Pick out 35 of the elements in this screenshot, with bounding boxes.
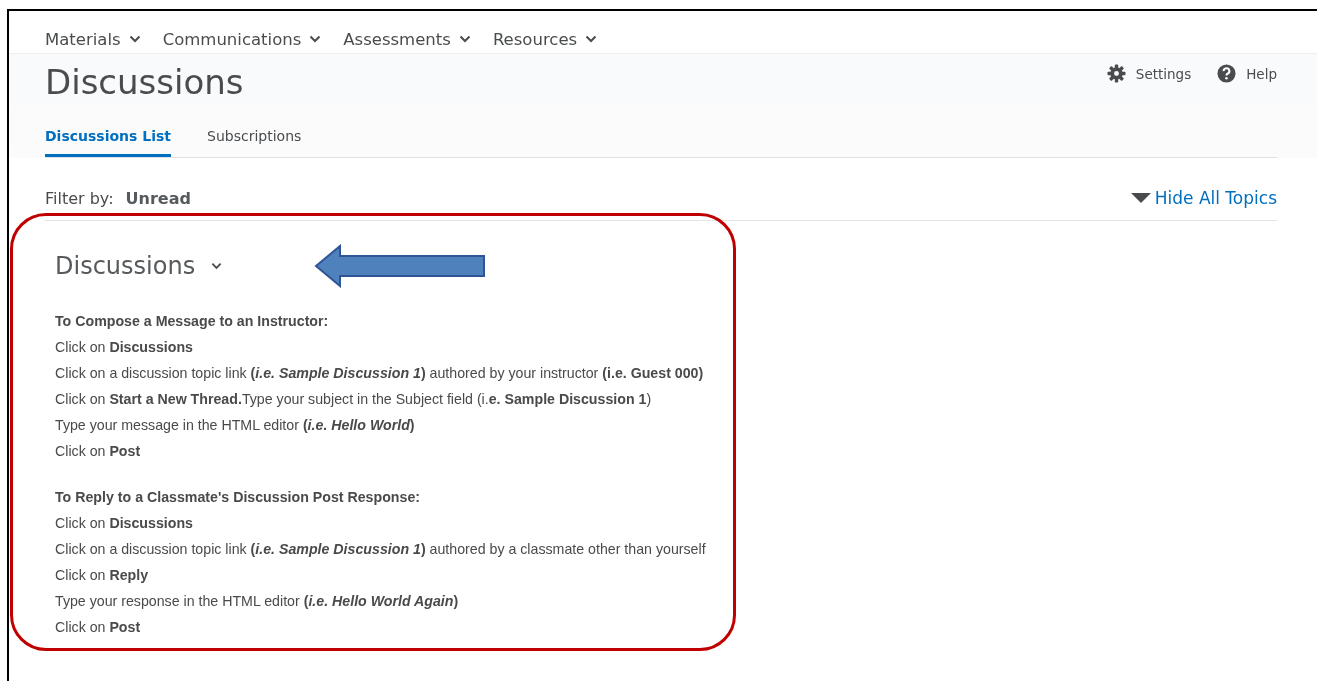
chevron-icon (458, 35, 471, 43)
instruction-step: Type your response in the HTML editor (i.e. Hello World Again) (55, 588, 733, 614)
action-label: Settings (1135, 65, 1192, 82)
instruction-step: Click on Reply (55, 562, 733, 588)
filter-label: Filter by: (45, 188, 114, 208)
header-link[interactable]: Help (1217, 64, 1277, 83)
instruction-step: Click on Discussions (55, 334, 733, 360)
page-title: Discussions (45, 61, 244, 104)
chevron-icon (309, 35, 322, 43)
instruction-step: Click on a discussion topic link (i.e. Sample Discussion 1) authored by your instructor (i.e. Guest 000) (55, 360, 733, 386)
tab[interactable]: Subscriptions (207, 122, 302, 157)
section-title[interactable]: Discussions (55, 252, 223, 280)
instruction-step: Type your message in the HTML editor (i.e. Hello World) (55, 412, 733, 438)
instruction-step: Click on Start a New Thread.Type your subject in the Subject field (i.e. Sample Discussion 1) (55, 386, 733, 412)
tab[interactable]: Discussions List (45, 122, 172, 157)
hide-all-topics-link[interactable]: Hide All Topics (1130, 188, 1277, 208)
instruction-heading: To Reply to a Classmate's Discussion Post Response: (55, 488, 421, 507)
filter-value[interactable]: Unread (125, 188, 191, 208)
nav-menu[interactable]: Resources (492, 25, 598, 53)
caret-icon (1130, 193, 1151, 203)
gear-icon (1106, 64, 1126, 83)
nav-menu[interactable]: Assessments (343, 25, 471, 53)
instruction-heading: To Compose a Message to an Instructor: (55, 312, 330, 331)
chevron-icon (211, 262, 223, 270)
instruction-step: Click on Post (55, 614, 733, 640)
instruction-step: Click on Discussions (55, 510, 733, 536)
nav-menu[interactable]: Materials (45, 25, 141, 53)
help-icon (1217, 64, 1237, 83)
nav-menu[interactable]: Communications (162, 25, 322, 53)
instruction-step: Click on Post (55, 438, 733, 464)
chevron-icon (128, 35, 141, 43)
instruction-step: Click on a discussion topic link (i.e. Sample Discussion 1) authored by a classmate other than yourself (55, 536, 733, 562)
action-label: Help (1246, 65, 1277, 82)
header-link[interactable]: Settings (1106, 64, 1192, 83)
chevron-icon (585, 35, 598, 43)
